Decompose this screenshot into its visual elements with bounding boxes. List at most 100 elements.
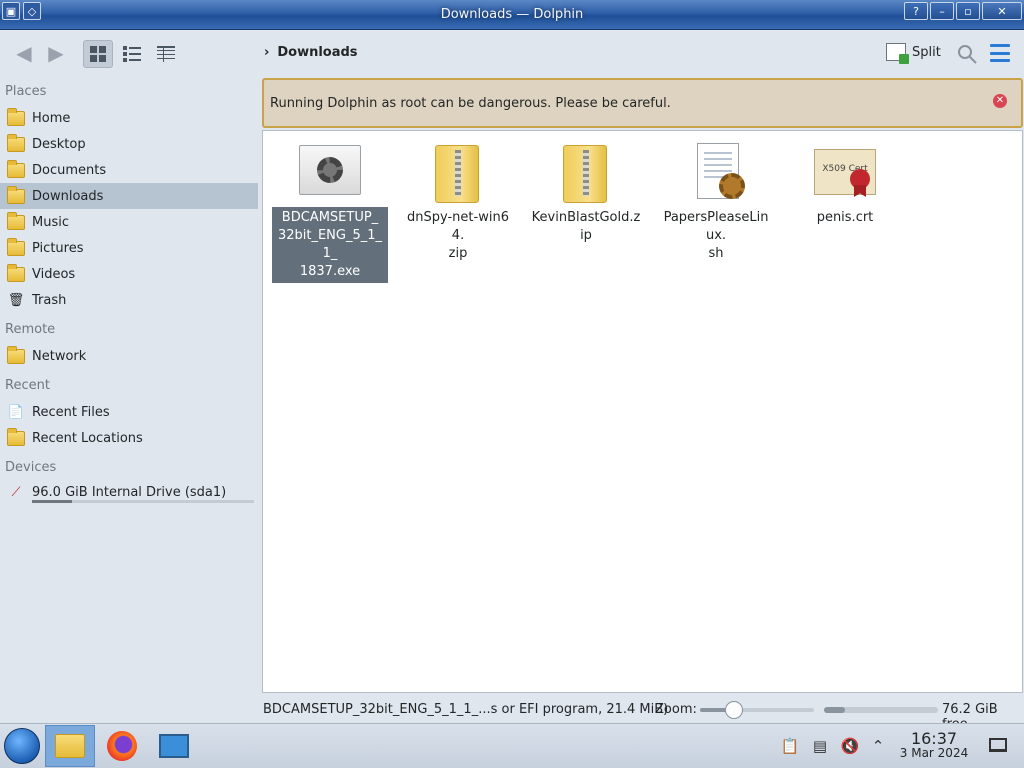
- home-icon: [6, 107, 26, 128]
- sidebar-item-label: Downloads: [32, 188, 104, 204]
- certificate-icon: X509 Cert: [810, 141, 880, 207]
- executable-icon: [295, 141, 365, 207]
- chevron-up-icon[interactable]: ⌃: [868, 736, 888, 756]
- back-icon[interactable]: ◀: [10, 42, 38, 64]
- sidebar-item-label: Recent Files: [32, 404, 110, 420]
- clock-time: 16:37: [910, 729, 958, 748]
- file-view[interactable]: BDCAMSETUP_ 32bit_ENG_5_1_1_ 1837.exe dnSp…: [262, 130, 1023, 693]
- search-icon: [958, 45, 977, 64]
- zoom-slider[interactable]: [700, 701, 814, 719]
- sidebar-item-label: 96.0 GiB Internal Drive (sda1): [32, 484, 227, 500]
- clipboard-icon[interactable]: 📋: [780, 736, 800, 756]
- show-desktop-icon[interactable]: [989, 738, 1007, 752]
- section-title-places: Places: [5, 84, 47, 99]
- selection-info: BDCAMSETUP_32bit_ENG_5_1_1_...s or EFI p…: [263, 702, 669, 717]
- taskbar-system-settings[interactable]: [149, 725, 199, 767]
- sidebar-item-label: Music: [32, 214, 69, 230]
- icons-view-button[interactable]: [83, 40, 113, 68]
- sidebar-item-pictures[interactable]: Pictures: [0, 235, 258, 261]
- icons-view-icon: [90, 46, 106, 62]
- sidebar-item-recent-locations[interactable]: Recent Locations: [0, 425, 258, 451]
- free-space-bar: [824, 707, 938, 713]
- close-warning-icon[interactable]: ✕: [993, 94, 1007, 108]
- places-panel: Places Home Desktop Documents Downloads …: [0, 76, 262, 696]
- search-button[interactable]: [956, 43, 978, 65]
- sidebar-item-videos[interactable]: Videos: [0, 261, 258, 287]
- sidebar-item-label: Pictures: [32, 240, 84, 256]
- breadcrumb[interactable]: › Downloads: [264, 45, 358, 60]
- sidebar-item-network[interactable]: Network: [0, 343, 258, 369]
- file-name: penis.crt: [816, 210, 874, 225]
- sidebar-item-label: Documents: [32, 162, 107, 178]
- zoom-slider-handle[interactable]: [725, 701, 744, 719]
- sidebar-item-documents[interactable]: Documents: [0, 157, 258, 183]
- videos-icon: [6, 263, 26, 284]
- clock[interactable]: 16:37 3 Mar 2024: [898, 729, 970, 761]
- chevron-right-icon: ›: [264, 45, 270, 60]
- volume-muted-icon[interactable]: 🔇: [840, 736, 860, 756]
- close-button[interactable]: ✕: [982, 2, 1022, 20]
- sidebar-item-home[interactable]: Home: [0, 105, 258, 131]
- hamburger-menu-icon[interactable]: [990, 44, 1010, 62]
- details-view-button[interactable]: [151, 40, 181, 68]
- file-name: PapersPleaseLinux. sh: [663, 210, 769, 261]
- compact-view-button[interactable]: [117, 40, 147, 68]
- start-menu-button[interactable]: [4, 728, 40, 764]
- forward-icon[interactable]: ▶: [42, 42, 70, 64]
- recent-files-icon: 📄: [7, 404, 25, 420]
- sidebar-item-desktop[interactable]: Desktop: [0, 131, 258, 157]
- window-titlebar[interactable]: ▣ ◇ Downloads — Dolphin ? – ▫ ✕: [0, 0, 1024, 30]
- sidebar-item-recent-files[interactable]: 📄 Recent Files: [0, 399, 258, 425]
- taskbar-dolphin[interactable]: [45, 725, 95, 767]
- drive-usage-bar: [32, 500, 254, 503]
- section-title-devices: Devices: [5, 460, 57, 475]
- file-item[interactable]: BDCAMSETUP_ 32bit_ENG_5_1_1_ 1837.exe: [272, 141, 388, 283]
- root-warning-banner: Running Dolphin as root can be dangerous…: [262, 78, 1023, 128]
- file-item[interactable]: dnSpy-net-win64. zip: [400, 141, 516, 265]
- taskbar-firefox[interactable]: [97, 725, 147, 767]
- pictures-icon: [6, 237, 26, 258]
- section-title-remote: Remote: [5, 322, 56, 337]
- sidebar-item-label: Trash: [32, 292, 67, 308]
- toolbar: ◀ ▶ › Downloads Split: [0, 30, 1024, 76]
- statusbar: BDCAMSETUP_32bit_ENG_5_1_1_...s or EFI p…: [0, 697, 1024, 732]
- desktop-icon: [6, 133, 26, 154]
- sidebar-item-label: Recent Locations: [32, 430, 143, 446]
- documents-icon: [6, 159, 26, 180]
- downloads-icon: [6, 185, 26, 206]
- window-title: Downloads — Dolphin: [440, 7, 584, 22]
- split-label: Split: [912, 44, 941, 60]
- firefox-icon: [107, 731, 137, 761]
- minimize-button[interactable]: –: [930, 2, 954, 20]
- music-icon: [6, 211, 26, 232]
- zoom-label: Zoom:: [655, 702, 697, 717]
- split-button[interactable]: Split: [886, 43, 941, 64]
- file-item[interactable]: KevinBlastGold.zip: [528, 141, 644, 247]
- zip-archive-icon: [551, 141, 621, 207]
- sidebar-item-trash[interactable]: 🗑 Trash: [0, 287, 258, 313]
- warning-message: Running Dolphin as root can be dangerous…: [270, 95, 671, 111]
- sidebar-item-downloads[interactable]: Downloads: [0, 183, 258, 209]
- file-name: BDCAMSETUP_ 32bit_ENG_5_1_1_ 1837.exe: [272, 207, 388, 283]
- compact-view-icon: [123, 46, 141, 62]
- breadcrumb-current[interactable]: Downloads: [277, 45, 357, 60]
- monitor-icon: [159, 734, 189, 758]
- sidebar-item-music[interactable]: Music: [0, 209, 258, 235]
- trash-icon: 🗑: [7, 292, 25, 308]
- maximize-button[interactable]: ▫: [956, 2, 980, 20]
- taskbar: 📋 ▤ 🔇 ⌃ 16:37 3 Mar 2024: [0, 723, 1024, 768]
- file-item[interactable]: PapersPleaseLinux. sh: [658, 141, 774, 265]
- sidebar-item-label: Desktop: [32, 136, 86, 152]
- help-button[interactable]: ?: [904, 2, 928, 20]
- drive-icon: ⟋: [11, 484, 21, 500]
- network-icon: [6, 345, 26, 366]
- notes-icon[interactable]: ▤: [810, 736, 830, 756]
- shell-script-icon: [681, 141, 751, 207]
- recent-locations-icon: [6, 427, 26, 448]
- zip-archive-icon: [423, 141, 493, 207]
- folder-icon: [55, 734, 85, 758]
- sidebar-item-label: Home: [32, 110, 71, 126]
- file-name: KevinBlastGold.zip: [531, 210, 641, 243]
- file-name: dnSpy-net-win64. zip: [407, 210, 509, 261]
- file-item[interactable]: X509 Cert penis.crt: [787, 141, 903, 229]
